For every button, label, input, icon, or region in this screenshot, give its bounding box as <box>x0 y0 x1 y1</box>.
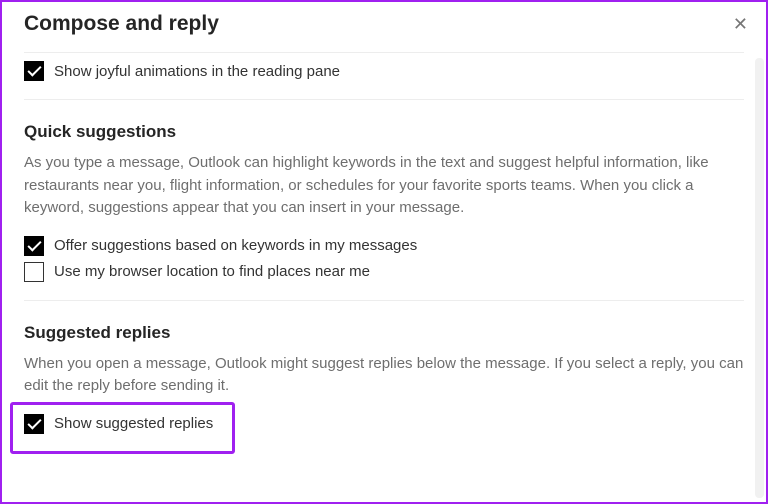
label-show-suggested-replies: Show suggested replies <box>54 415 213 432</box>
option-joyful-animations: Show joyful animations in the reading pa… <box>24 61 744 81</box>
option-show-suggested-replies: Show suggested replies <box>24 414 744 434</box>
section-desc-suggested: When you open a message, Outlook might s… <box>24 353 744 398</box>
settings-panel: Compose and reply ✕ Show joyful animatio… <box>2 2 766 502</box>
checkbox-offer-suggestions[interactable] <box>24 236 44 256</box>
divider <box>24 52 744 53</box>
checkbox-show-suggested-replies[interactable] <box>24 414 44 434</box>
close-icon[interactable]: ✕ <box>733 14 748 35</box>
label-offer-suggestions: Offer suggestions based on keywords in m… <box>54 237 417 254</box>
option-offer-suggestions: Offer suggestions based on keywords in m… <box>24 236 744 256</box>
section-title-quick: Quick suggestions <box>24 122 744 142</box>
label-joyful-animations: Show joyful animations in the reading pa… <box>54 63 340 80</box>
section-quick-suggestions: Quick suggestions As you type a message,… <box>24 100 744 282</box>
checkbox-joyful-animations[interactable] <box>24 61 44 81</box>
checkbox-browser-location[interactable] <box>24 262 44 282</box>
label-browser-location: Use my browser location to find places n… <box>54 263 370 280</box>
panel-title: Compose and reply <box>24 12 744 36</box>
section-title-suggested: Suggested replies <box>24 323 744 343</box>
option-browser-location: Use my browser location to find places n… <box>24 262 744 282</box>
section-desc-quick: As you type a message, Outlook can highl… <box>24 152 744 220</box>
scrollbar[interactable] <box>755 58 764 498</box>
section-suggested-replies: Suggested replies When you open a messag… <box>24 301 744 434</box>
